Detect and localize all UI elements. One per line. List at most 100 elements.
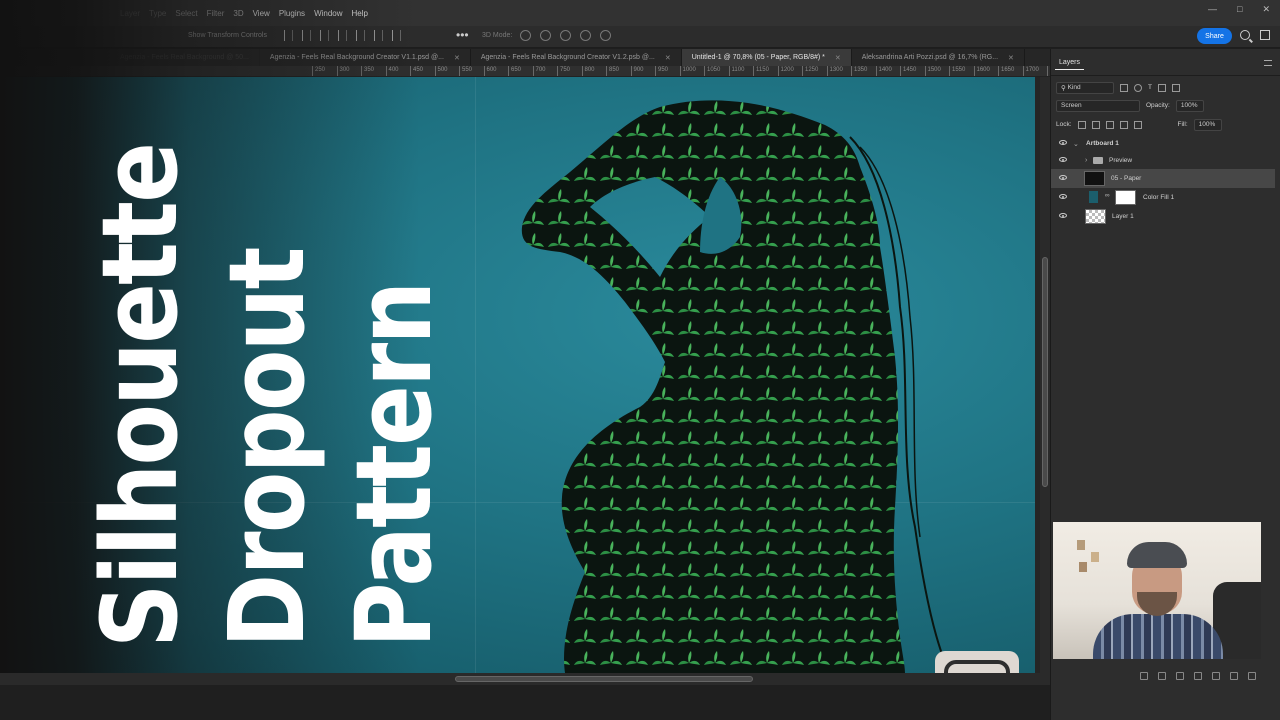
tab-label: Agenzia - Feels Real Background Creator … (480, 54, 655, 61)
filter-pixel-icon[interactable] (1120, 83, 1128, 92)
collapse-chevron-icon[interactable]: ⌄ (1073, 140, 1079, 148)
doc-tab-1[interactable]: Agenzia - Feels Real Background Creator … (260, 49, 471, 66)
mask-thumbnail (1115, 190, 1136, 205)
visibility-eye-icon[interactable] (1059, 194, 1067, 199)
new-group-icon[interactable] (1212, 672, 1220, 680)
menu-plugins[interactable]: Plugins (279, 9, 305, 18)
lock-all-icon[interactable] (1133, 120, 1142, 129)
lock-transparent-icon[interactable] (1077, 120, 1086, 129)
wall-poster (1079, 562, 1087, 572)
blend-mode-select[interactable]: Screen (1056, 99, 1140, 112)
visibility-eye-icon[interactable] (1059, 175, 1067, 180)
layer-row[interactable]: ∞ Color Fill 1 (1051, 188, 1275, 207)
menu-filter[interactable]: Filter (207, 9, 225, 18)
show-transform-controls-checkbox[interactable]: Show Transform Controls (188, 32, 267, 39)
window-controls: — □ ✕ (1208, 0, 1270, 18)
blend-row: Screen Opacity: 100% (1056, 99, 1204, 112)
minimize-icon[interactable]: — (1208, 4, 1217, 14)
layer-row-selected[interactable]: 05 - Paper (1051, 169, 1275, 188)
ruler-tick: 1000 (679, 66, 696, 76)
horizontal-ruler[interactable]: 250 300 350 400 450 500 550 600 650 700 750 800 850 9… (0, 66, 1050, 77)
orbit-icon[interactable] (520, 30, 531, 41)
menu-select[interactable]: Select (175, 9, 197, 18)
share-button[interactable]: Share (1197, 28, 1232, 44)
ruler-tick: 550 (459, 66, 472, 76)
workspace-icon[interactable] (1260, 30, 1270, 40)
close-tab-icon[interactable]: ✕ (454, 54, 460, 62)
doc-tab-active[interactable]: Untitled-1 @ 70,8% (05 - Paper, RGB/8#) … (681, 49, 852, 66)
lock-artboard-icon[interactable] (1119, 120, 1128, 129)
menu-help[interactable]: Help (352, 9, 368, 18)
filter-shape-icon[interactable] (1157, 83, 1166, 92)
ruler-tick: 700 (532, 66, 546, 76)
opacity-input[interactable]: 100% (1175, 99, 1204, 112)
fill-label: Fill: (1177, 121, 1188, 128)
align-center-icon[interactable] (302, 30, 311, 41)
align-buttons (284, 30, 401, 41)
doc-tab-0[interactable]: Agenzia - Feels Real Background @ 50... (0, 49, 260, 66)
link-layers-icon[interactable] (1140, 672, 1148, 680)
ps-logo-text: Ps (944, 660, 1010, 673)
ruler-tick: 600 (483, 66, 497, 76)
lock-pixels-icon[interactable] (1091, 120, 1100, 129)
fill-input[interactable]: 100% (1193, 118, 1222, 131)
ruler-tick: 750 (557, 66, 570, 76)
menu-layer[interactable]: Layer (120, 9, 140, 18)
horizontal-scrollbar[interactable] (0, 673, 1050, 685)
ruler-tick: 650 (508, 66, 521, 76)
menu-3d[interactable]: 3D (233, 9, 243, 18)
panel-menu-icon[interactable] (1264, 60, 1272, 66)
ruler-tick: 1650 (998, 66, 1014, 76)
scroll-thumb[interactable] (455, 676, 753, 682)
ruler-tick: 1100 (728, 66, 744, 76)
tab-label: Untitled-1 @ 70,8% (05 - Paper, RGB/8#) … (691, 54, 825, 61)
close-tab-icon[interactable]: ✕ (665, 54, 671, 62)
filter-type-icon[interactable]: T (1148, 84, 1152, 91)
filter-adjustment-icon[interactable] (1134, 83, 1142, 92)
slide-icon[interactable] (580, 30, 591, 41)
layer-row[interactable]: › Preview (1051, 151, 1275, 170)
doc-tab-2[interactable]: Agenzia - Feels Real Background Creator … (471, 49, 682, 66)
ruler-tick: 1400 (875, 66, 892, 76)
visibility-eye-icon[interactable] (1059, 213, 1067, 218)
ruler-tick: 450 (410, 66, 423, 76)
close-tab-icon[interactable]: ✕ (1008, 54, 1014, 62)
visibility-eye-icon[interactable] (1059, 140, 1067, 145)
ruler-tick: 1150 (753, 66, 769, 76)
webcam-overlay (1053, 522, 1261, 659)
align-top-icon[interactable] (338, 30, 347, 41)
roll-icon[interactable] (540, 30, 551, 41)
maximize-icon[interactable]: □ (1237, 4, 1242, 14)
person-cap (1127, 542, 1187, 568)
menu-type[interactable]: Type (149, 9, 166, 18)
fx-icon[interactable] (1158, 672, 1166, 680)
pan-icon[interactable] (560, 30, 571, 41)
align-left-icon[interactable] (284, 30, 293, 41)
close-icon[interactable]: ✕ (1262, 4, 1270, 15)
new-layer-icon[interactable] (1230, 672, 1238, 680)
expand-chevron-icon[interactable]: › (1085, 157, 1087, 164)
menu-window[interactable]: Window (314, 9, 342, 18)
distribute-icon[interactable] (392, 30, 401, 41)
doc-tab-3[interactable]: Aleksandrina Arti Pozzi.psd @ 16,7% (RG.… (852, 49, 1025, 66)
visibility-eye-icon[interactable] (1059, 157, 1067, 162)
ruler-tick: 800 (581, 66, 595, 76)
layers-tab[interactable]: Layers (1055, 56, 1085, 70)
layer-row[interactable]: Layer 1 (1051, 207, 1275, 226)
filter-kind-select[interactable]: ⚲ Kind (1056, 81, 1114, 94)
vertical-scrollbar[interactable] (1040, 77, 1050, 673)
close-tab-icon[interactable]: ✕ (835, 54, 841, 62)
align-middle-icon[interactable] (356, 30, 365, 41)
add-mask-icon[interactable] (1176, 672, 1184, 680)
lock-position-icon[interactable] (1105, 120, 1114, 129)
delete-layer-icon[interactable] (1248, 672, 1256, 680)
scale-3d-icon[interactable] (600, 30, 611, 41)
search-icon[interactable] (1240, 30, 1250, 40)
filter-smart-icon[interactable] (1171, 83, 1180, 92)
adjustment-layer-icon[interactable] (1194, 672, 1202, 680)
menu-view[interactable]: View (253, 9, 270, 18)
more-options-icon[interactable]: ••• (456, 28, 469, 42)
align-right-icon[interactable] (320, 30, 329, 41)
scroll-thumb[interactable] (1042, 257, 1048, 487)
align-bottom-icon[interactable] (374, 30, 383, 41)
